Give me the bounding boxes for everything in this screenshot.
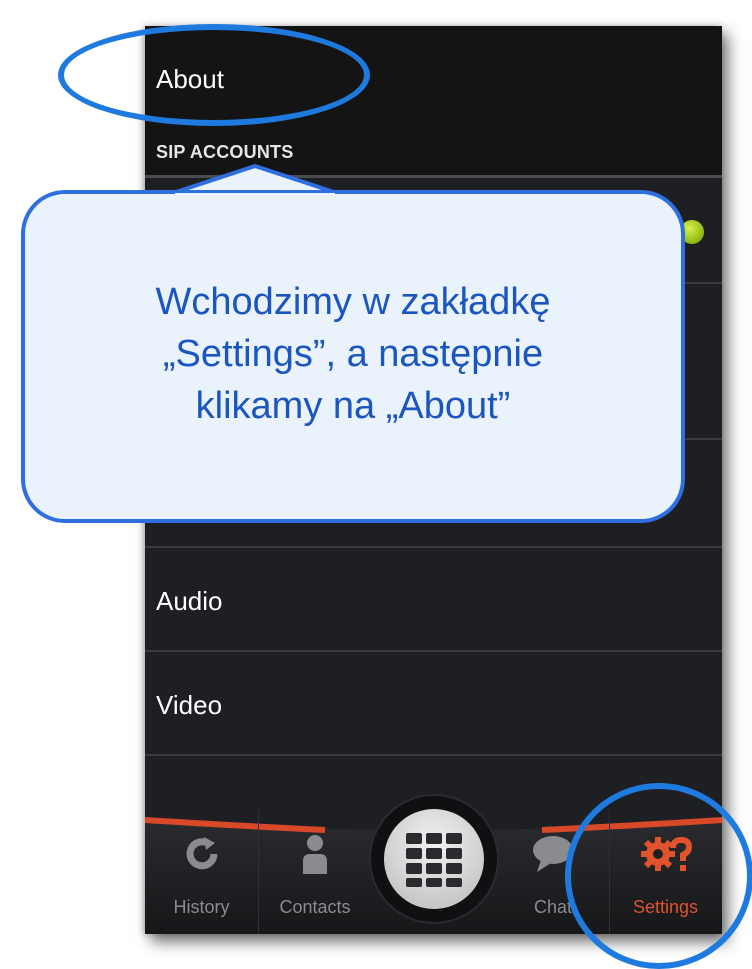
callout-line: klikamy na „About” bbox=[195, 385, 511, 427]
highlight-ring-settings bbox=[565, 783, 752, 969]
callout-text: Wchodzimy w zakładkę „Settings”, a nastę… bbox=[21, 276, 685, 432]
callout-line: Wchodzimy w zakładkę bbox=[155, 281, 551, 323]
highlight-ring-about bbox=[58, 24, 370, 126]
callout-line: „Settings”, a następnie bbox=[162, 333, 544, 375]
